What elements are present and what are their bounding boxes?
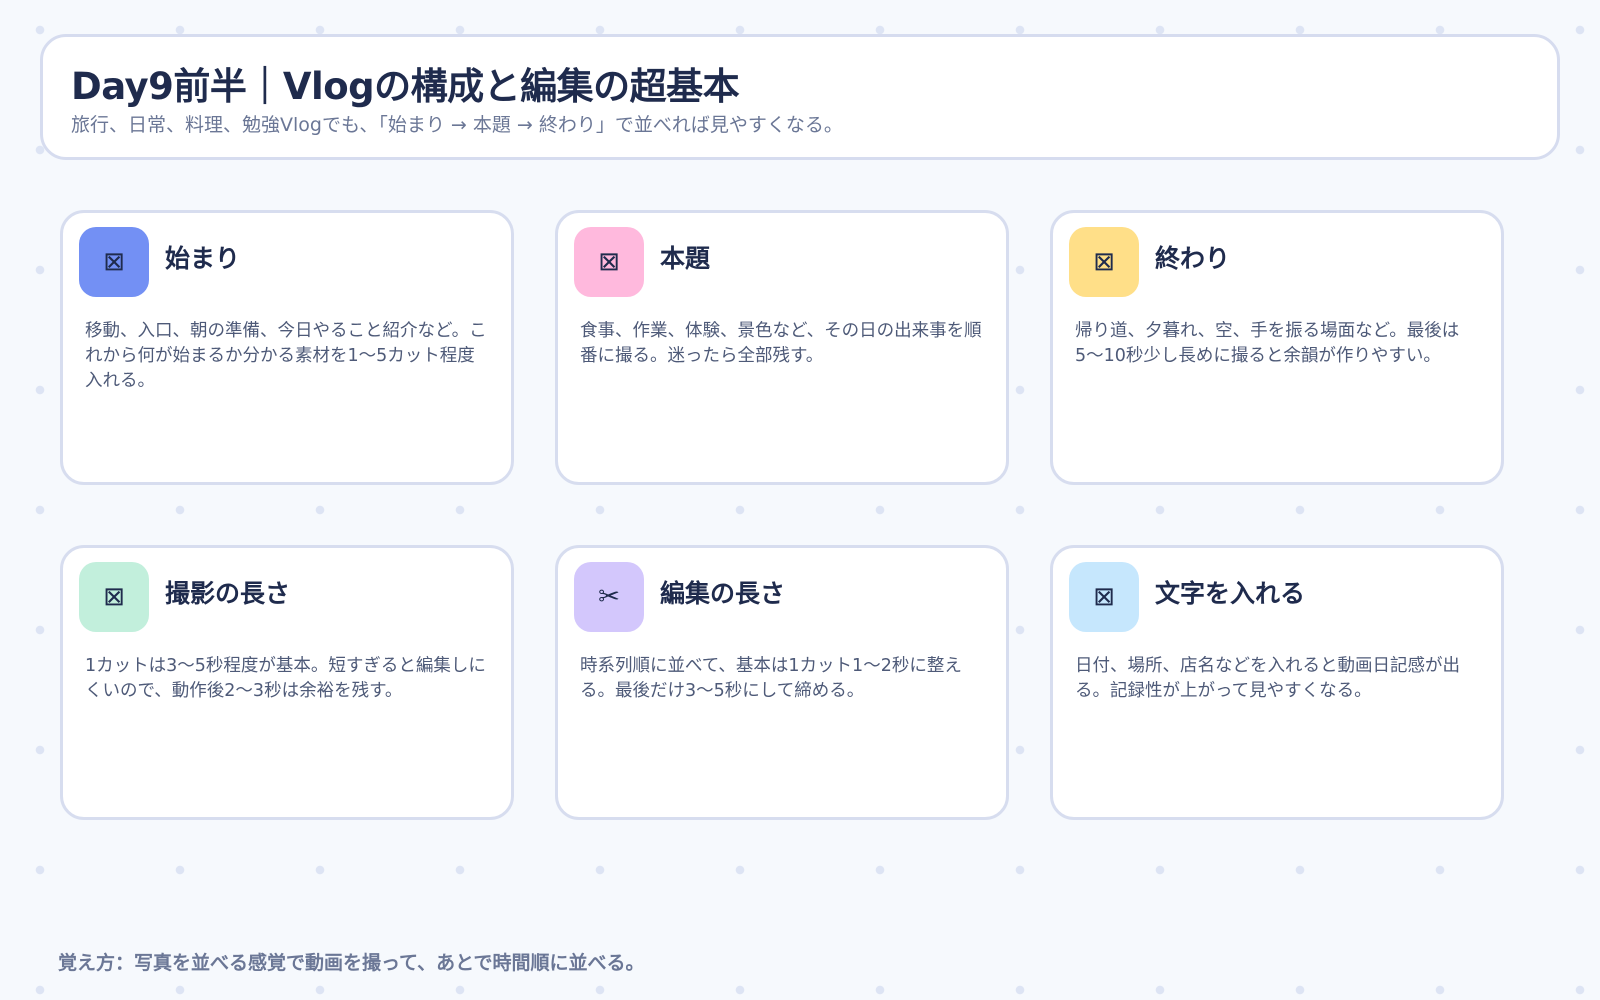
card-editing-length: ✂ 編集の長さ 時系列順に並べて、基本は1カット1〜2秒に整える。最後だけ3〜5… <box>555 545 1009 820</box>
card-title: 編集の長さ <box>660 579 786 608</box>
footer-tip: 覚え方：写真を並べる感覚で動画を撮って、あとで時間順に並べる。 <box>58 952 645 974</box>
card-title: 始まり <box>165 244 241 273</box>
scissors-icon: ✂ <box>574 562 644 632</box>
header-panel: Day9前半｜Vlogの構成と編集の超基本 旅行、日常、料理、勉強Vlogでも、… <box>40 34 1560 160</box>
image-placeholder-icon: ⊠ <box>1069 562 1139 632</box>
card-description: 日付、場所、店名などを入れると動画日記感が出る。記録性が上がって見やすくなる。 <box>1075 656 1460 701</box>
image-placeholder-icon: ⊠ <box>574 227 644 297</box>
card-header: ✂ 編集の長さ <box>574 562 990 632</box>
image-placeholder-icon: ⊠ <box>79 562 149 632</box>
card-header: ⊠ 終わり <box>1069 227 1485 297</box>
card-shooting-length: ⊠ 撮影の長さ 1カットは3〜5秒程度が基本。短すぎると編集しにくいので、動作後… <box>60 545 514 820</box>
image-placeholder-icon: ⊠ <box>79 227 149 297</box>
card-description: 1カットは3〜5秒程度が基本。短すぎると編集しにくいので、動作後2〜3秒は余裕を… <box>85 656 486 701</box>
card-add-text: ⊠ 文字を入れる 日付、場所、店名などを入れると動画日記感が出る。記録性が上がっ… <box>1050 545 1504 820</box>
card-header: ⊠ 本題 <box>574 227 990 297</box>
card-description: 移動、入口、朝の準備、今日やること紹介など。これから何が始まるか分かる素材を1〜… <box>85 321 487 391</box>
card-description: 食事、作業、体験、景色など、その日の出来事を順番に撮る。迷ったら全部残す。 <box>580 321 982 366</box>
image-placeholder-icon: ⊠ <box>1069 227 1139 297</box>
page-title: Day9前半｜Vlogの構成と編集の超基本 <box>71 65 740 108</box>
card-title: 撮影の長さ <box>165 579 291 608</box>
card-grid: ⊠ 始まり 移動、入口、朝の準備、今日やること紹介など。これから何が始まるか分か… <box>60 210 1510 820</box>
card-header: ⊠ 撮影の長さ <box>79 562 495 632</box>
card-description: 帰り道、夕暮れ、空、手を振る場面など。最後は5〜10秒少し長めに撮ると余韻が作り… <box>1075 321 1460 366</box>
card-title: 本題 <box>660 244 711 273</box>
card-header: ⊠ 始まり <box>79 227 495 297</box>
page-subtitle: 旅行、日常、料理、勉強Vlogでも、「始まり → 本題 → 終わり」で並べれば見… <box>71 114 843 136</box>
card-title: 終わり <box>1155 244 1231 273</box>
card-opening: ⊠ 始まり 移動、入口、朝の準備、今日やること紹介など。これから何が始まるか分か… <box>60 210 514 485</box>
card-header: ⊠ 文字を入れる <box>1069 562 1485 632</box>
card-title: 文字を入れる <box>1155 579 1306 608</box>
card-ending: ⊠ 終わり 帰り道、夕暮れ、空、手を振る場面など。最後は5〜10秒少し長めに撮る… <box>1050 210 1504 485</box>
card-description: 時系列順に並べて、基本は1カット1〜2秒に整える。最後だけ3〜5秒にして締める。 <box>580 656 962 701</box>
card-main-topic: ⊠ 本題 食事、作業、体験、景色など、その日の出来事を順番に撮る。迷ったら全部残… <box>555 210 1009 485</box>
